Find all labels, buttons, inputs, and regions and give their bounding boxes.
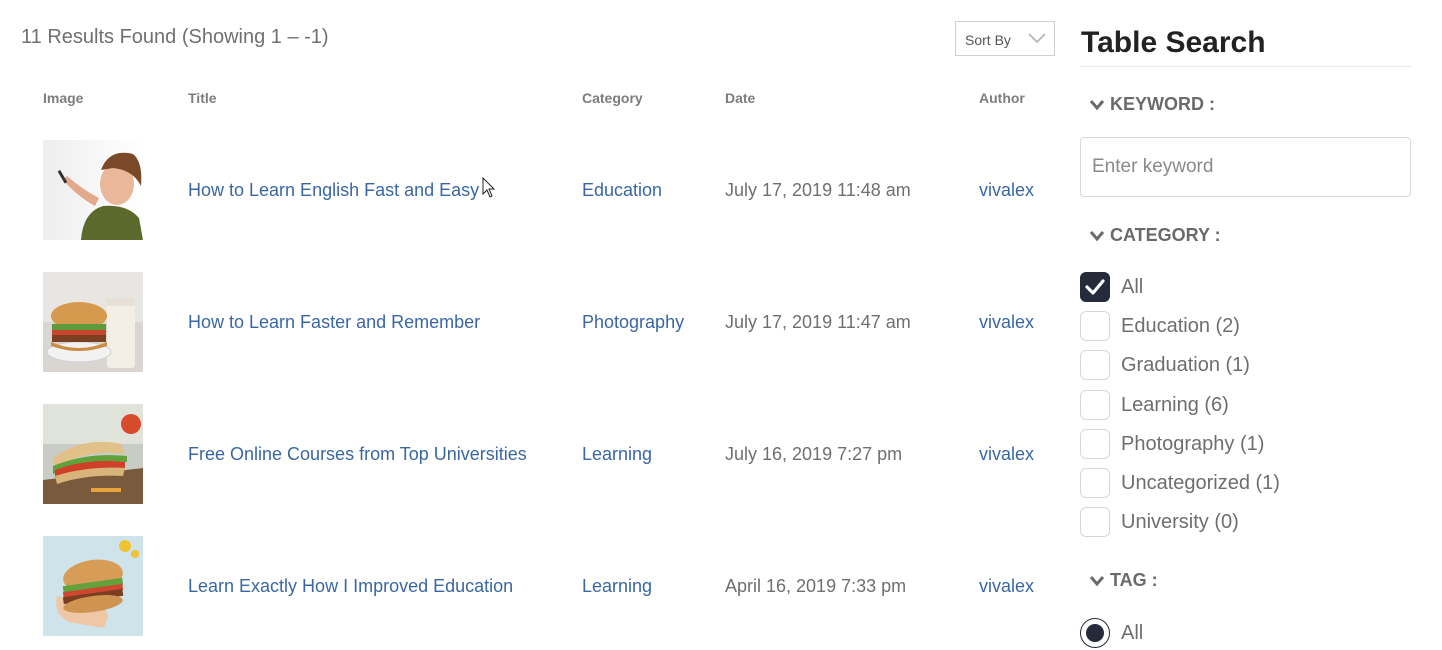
mouse-cursor-icon	[482, 177, 496, 198]
post-title-link[interactable]: How to Learn English Fast and Easy	[188, 180, 479, 201]
table-row: Learn Exactly How I Improved Education L…	[0, 536, 1060, 636]
category-option-label: Uncategorized (1)	[1121, 471, 1280, 494]
category-option-photography[interactable]: Photography (1)	[1080, 429, 1264, 459]
post-category-link[interactable]: Learning	[582, 444, 652, 465]
checkbox[interactable]	[1080, 390, 1110, 420]
post-date: April 16, 2019 7:33 pm	[725, 576, 907, 596]
chevron-down-icon	[1028, 33, 1046, 44]
keyword-input[interactable]	[1080, 137, 1411, 197]
post-date: July 16, 2019 7:27 pm	[725, 444, 903, 464]
column-header-author: Author	[979, 90, 1025, 106]
radio-dot	[1086, 624, 1104, 642]
category-option-label: Learning (6)	[1121, 393, 1229, 416]
category-option-university[interactable]: University (0)	[1080, 507, 1239, 537]
post-category-link[interactable]: Photography	[582, 312, 684, 333]
post-title-link[interactable]: Free Online Courses from Top Universitie…	[188, 444, 527, 465]
sidebar-divider	[1080, 66, 1412, 67]
category-option-label: Graduation (1)	[1121, 353, 1250, 376]
sort-by-label: Sort By	[965, 32, 1011, 48]
keyword-heading: KEYWORD :	[1110, 94, 1215, 114]
category-option-label: Education (2)	[1121, 314, 1240, 337]
post-date: July 17, 2019 11:47 am	[725, 312, 911, 332]
checkbox[interactable]	[1080, 350, 1110, 380]
checkbox[interactable]	[1080, 429, 1110, 459]
category-option-label: All	[1121, 275, 1144, 298]
category-option-learning[interactable]: Learning (6)	[1080, 390, 1229, 420]
radio-selected[interactable]	[1080, 618, 1110, 648]
keyword-section-toggle[interactable]: KEYWORD :	[1089, 94, 1215, 115]
checkbox[interactable]	[1080, 311, 1110, 341]
category-option-education[interactable]: Education (2)	[1080, 311, 1240, 341]
checkbox[interactable]	[1080, 468, 1110, 498]
column-header-image: Image	[43, 90, 84, 106]
post-author-link[interactable]: vivalex	[979, 312, 1034, 333]
category-heading: CATEGORY :	[1110, 225, 1221, 245]
tag-option-all[interactable]: All	[1080, 618, 1143, 648]
post-date: July 17, 2019 11:48 am	[725, 180, 911, 200]
post-thumbnail[interactable]	[43, 140, 143, 240]
checkbox-checked[interactable]	[1080, 272, 1110, 302]
post-thumbnail[interactable]	[43, 536, 143, 636]
tag-section-toggle[interactable]: TAG :	[1089, 570, 1158, 591]
post-author-link[interactable]: vivalex	[979, 576, 1034, 597]
post-author-link[interactable]: vivalex	[979, 444, 1034, 465]
category-option-graduation[interactable]: Graduation (1)	[1080, 350, 1250, 380]
checkmark-icon	[1085, 279, 1105, 295]
post-thumbnail[interactable]	[43, 272, 143, 372]
tag-heading: TAG :	[1110, 570, 1158, 590]
post-author-link[interactable]: vivalex	[979, 180, 1034, 201]
sort-by-dropdown[interactable]: Sort By	[955, 21, 1055, 56]
chevron-down-icon	[1089, 99, 1105, 110]
category-option-label: Photography (1)	[1121, 432, 1265, 455]
table-row: Free Online Courses from Top Universitie…	[0, 404, 1060, 504]
post-category-link[interactable]: Learning	[582, 576, 652, 597]
sidebar-title: Table Search	[1081, 26, 1266, 59]
checkbox[interactable]	[1080, 507, 1110, 537]
post-category-link[interactable]: Education	[582, 180, 662, 201]
table-row: How to Learn Faster and Remember Photogr…	[0, 272, 1060, 372]
results-count: 11 Results Found (Showing 1 – -1)	[21, 26, 329, 48]
column-header-category: Category	[582, 90, 643, 106]
table-row: How to Learn English Fast and Easy Educa…	[0, 140, 1060, 240]
post-title-link[interactable]: Learn Exactly How I Improved Education	[188, 576, 513, 597]
category-section-toggle[interactable]: CATEGORY :	[1089, 225, 1221, 246]
category-option-all[interactable]: All	[1080, 272, 1143, 302]
column-header-date: Date	[725, 90, 756, 106]
tag-option-label: All	[1121, 621, 1144, 644]
post-thumbnail[interactable]	[43, 404, 143, 504]
category-option-label: University (0)	[1121, 510, 1239, 533]
chevron-down-icon	[1089, 575, 1105, 586]
chevron-down-icon	[1089, 230, 1105, 241]
post-title-link[interactable]: How to Learn Faster and Remember	[188, 312, 480, 333]
column-header-title: Title	[188, 90, 217, 106]
category-option-uncategorized[interactable]: Uncategorized (1)	[1080, 468, 1280, 498]
